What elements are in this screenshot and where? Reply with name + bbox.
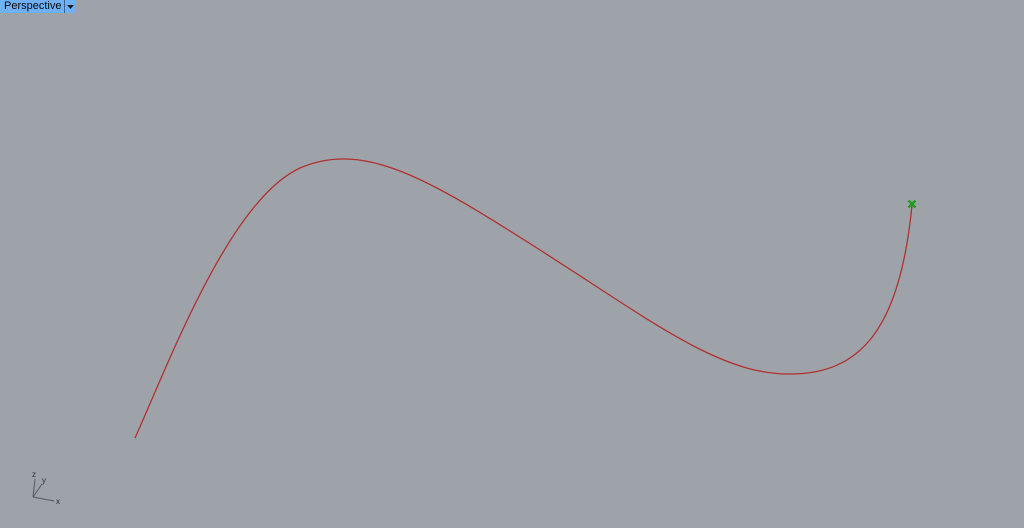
nurbs-curve[interactable] [134, 158, 913, 439]
viewport-perspective[interactable]: Perspective z y x [0, 0, 1024, 528]
y-axis-label: y [42, 476, 46, 485]
scene-canvas[interactable]: z y x [0, 0, 1024, 528]
x-axis-label: x [56, 497, 60, 506]
z-axis-label: z [32, 470, 36, 479]
x-axis-line [32, 496, 55, 502]
axes-widget: z y x [32, 470, 60, 506]
